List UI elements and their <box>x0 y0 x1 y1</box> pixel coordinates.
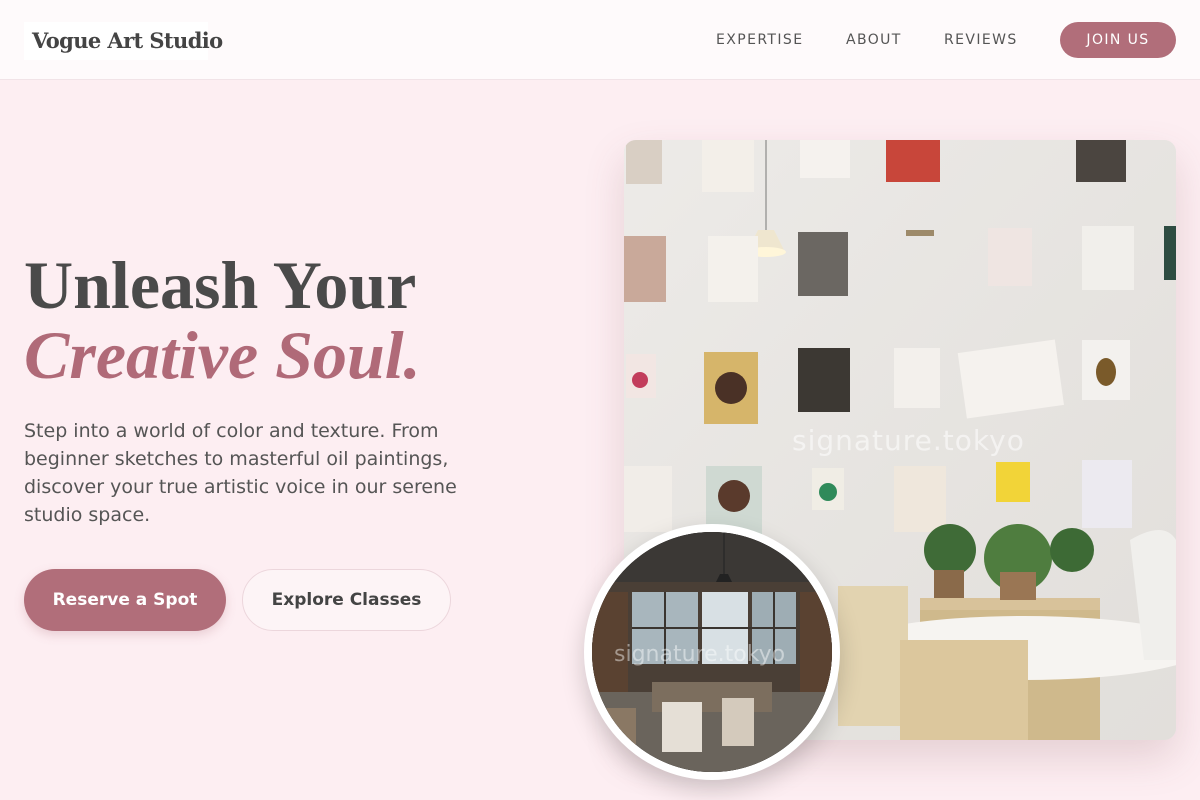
join-us-button[interactable]: JOIN US <box>1060 22 1176 58</box>
hero-title-line-2: Creative Soul. <box>24 317 421 393</box>
explore-classes-button[interactable]: Explore Classes <box>242 569 451 631</box>
circle-image-watermark: signature.tokyo <box>614 642 786 667</box>
site-header: Vogue Art Studio EXPERTISE ABOUT REVIEWS… <box>0 0 1200 80</box>
workshop-circle-photo: signature.tokyo <box>584 524 840 780</box>
hero-title-line-1: Unleash Your <box>24 247 417 323</box>
reserve-spot-button[interactable]: Reserve a Spot <box>24 569 226 631</box>
nav-link-about[interactable]: ABOUT <box>846 30 902 50</box>
hero-description: Step into a world of color and texture. … <box>24 420 457 526</box>
image-watermark: signature.tokyo <box>792 424 1025 457</box>
hero-title: Unleash Your Creative Soul. <box>24 250 421 390</box>
brand-logo[interactable]: Vogue Art Studio <box>24 22 223 60</box>
nav-link-expertise[interactable]: EXPERTISE <box>716 30 803 50</box>
nav-link-reviews[interactable]: REVIEWS <box>944 30 1018 50</box>
